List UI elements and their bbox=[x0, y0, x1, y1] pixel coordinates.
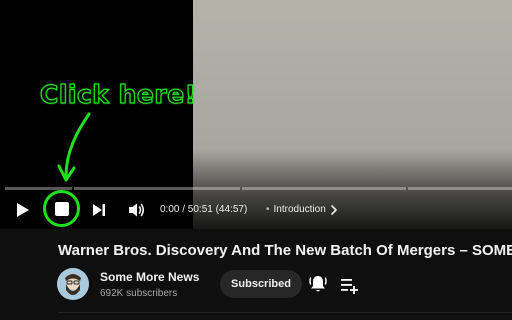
video-player[interactable]: Click here! 0:00 / 50:51 (44:57) • Intro… bbox=[0, 0, 512, 229]
next-button[interactable] bbox=[88, 198, 110, 222]
chapter-button[interactable]: • Introduction bbox=[266, 204, 338, 215]
volume-icon bbox=[129, 203, 145, 217]
divider bbox=[58, 312, 512, 313]
stop-icon bbox=[54, 201, 69, 216]
channel-avatar-icon bbox=[57, 268, 89, 300]
play-icon bbox=[17, 203, 29, 217]
play-button[interactable] bbox=[10, 198, 36, 222]
callout-arrow-icon bbox=[57, 112, 91, 182]
volume-button[interactable] bbox=[124, 198, 150, 222]
stop-button[interactable] bbox=[43, 190, 80, 227]
subscribed-button[interactable]: Subscribed bbox=[220, 270, 302, 298]
time-display: 0:00 / 50:51 (44:57) bbox=[160, 204, 248, 215]
video-title: Warner Bros. Discovery And The New Batch… bbox=[58, 242, 512, 259]
progress-segment-3[interactable] bbox=[242, 187, 406, 190]
avatar[interactable] bbox=[57, 268, 89, 300]
chapter-title: Introduction bbox=[273, 204, 326, 215]
playlist-add-icon[interactable] bbox=[340, 277, 360, 295]
subscriber-count: 692K subscribers bbox=[100, 288, 178, 299]
chevron-right-icon bbox=[330, 204, 337, 215]
bell-icon[interactable] bbox=[308, 274, 328, 294]
channel-name[interactable]: Some More News bbox=[100, 270, 199, 284]
progress-segment-4[interactable] bbox=[408, 187, 512, 190]
next-icon bbox=[93, 204, 105, 216]
click-here-callout: Click here! bbox=[39, 79, 197, 109]
chapter-separator: • bbox=[266, 204, 270, 215]
